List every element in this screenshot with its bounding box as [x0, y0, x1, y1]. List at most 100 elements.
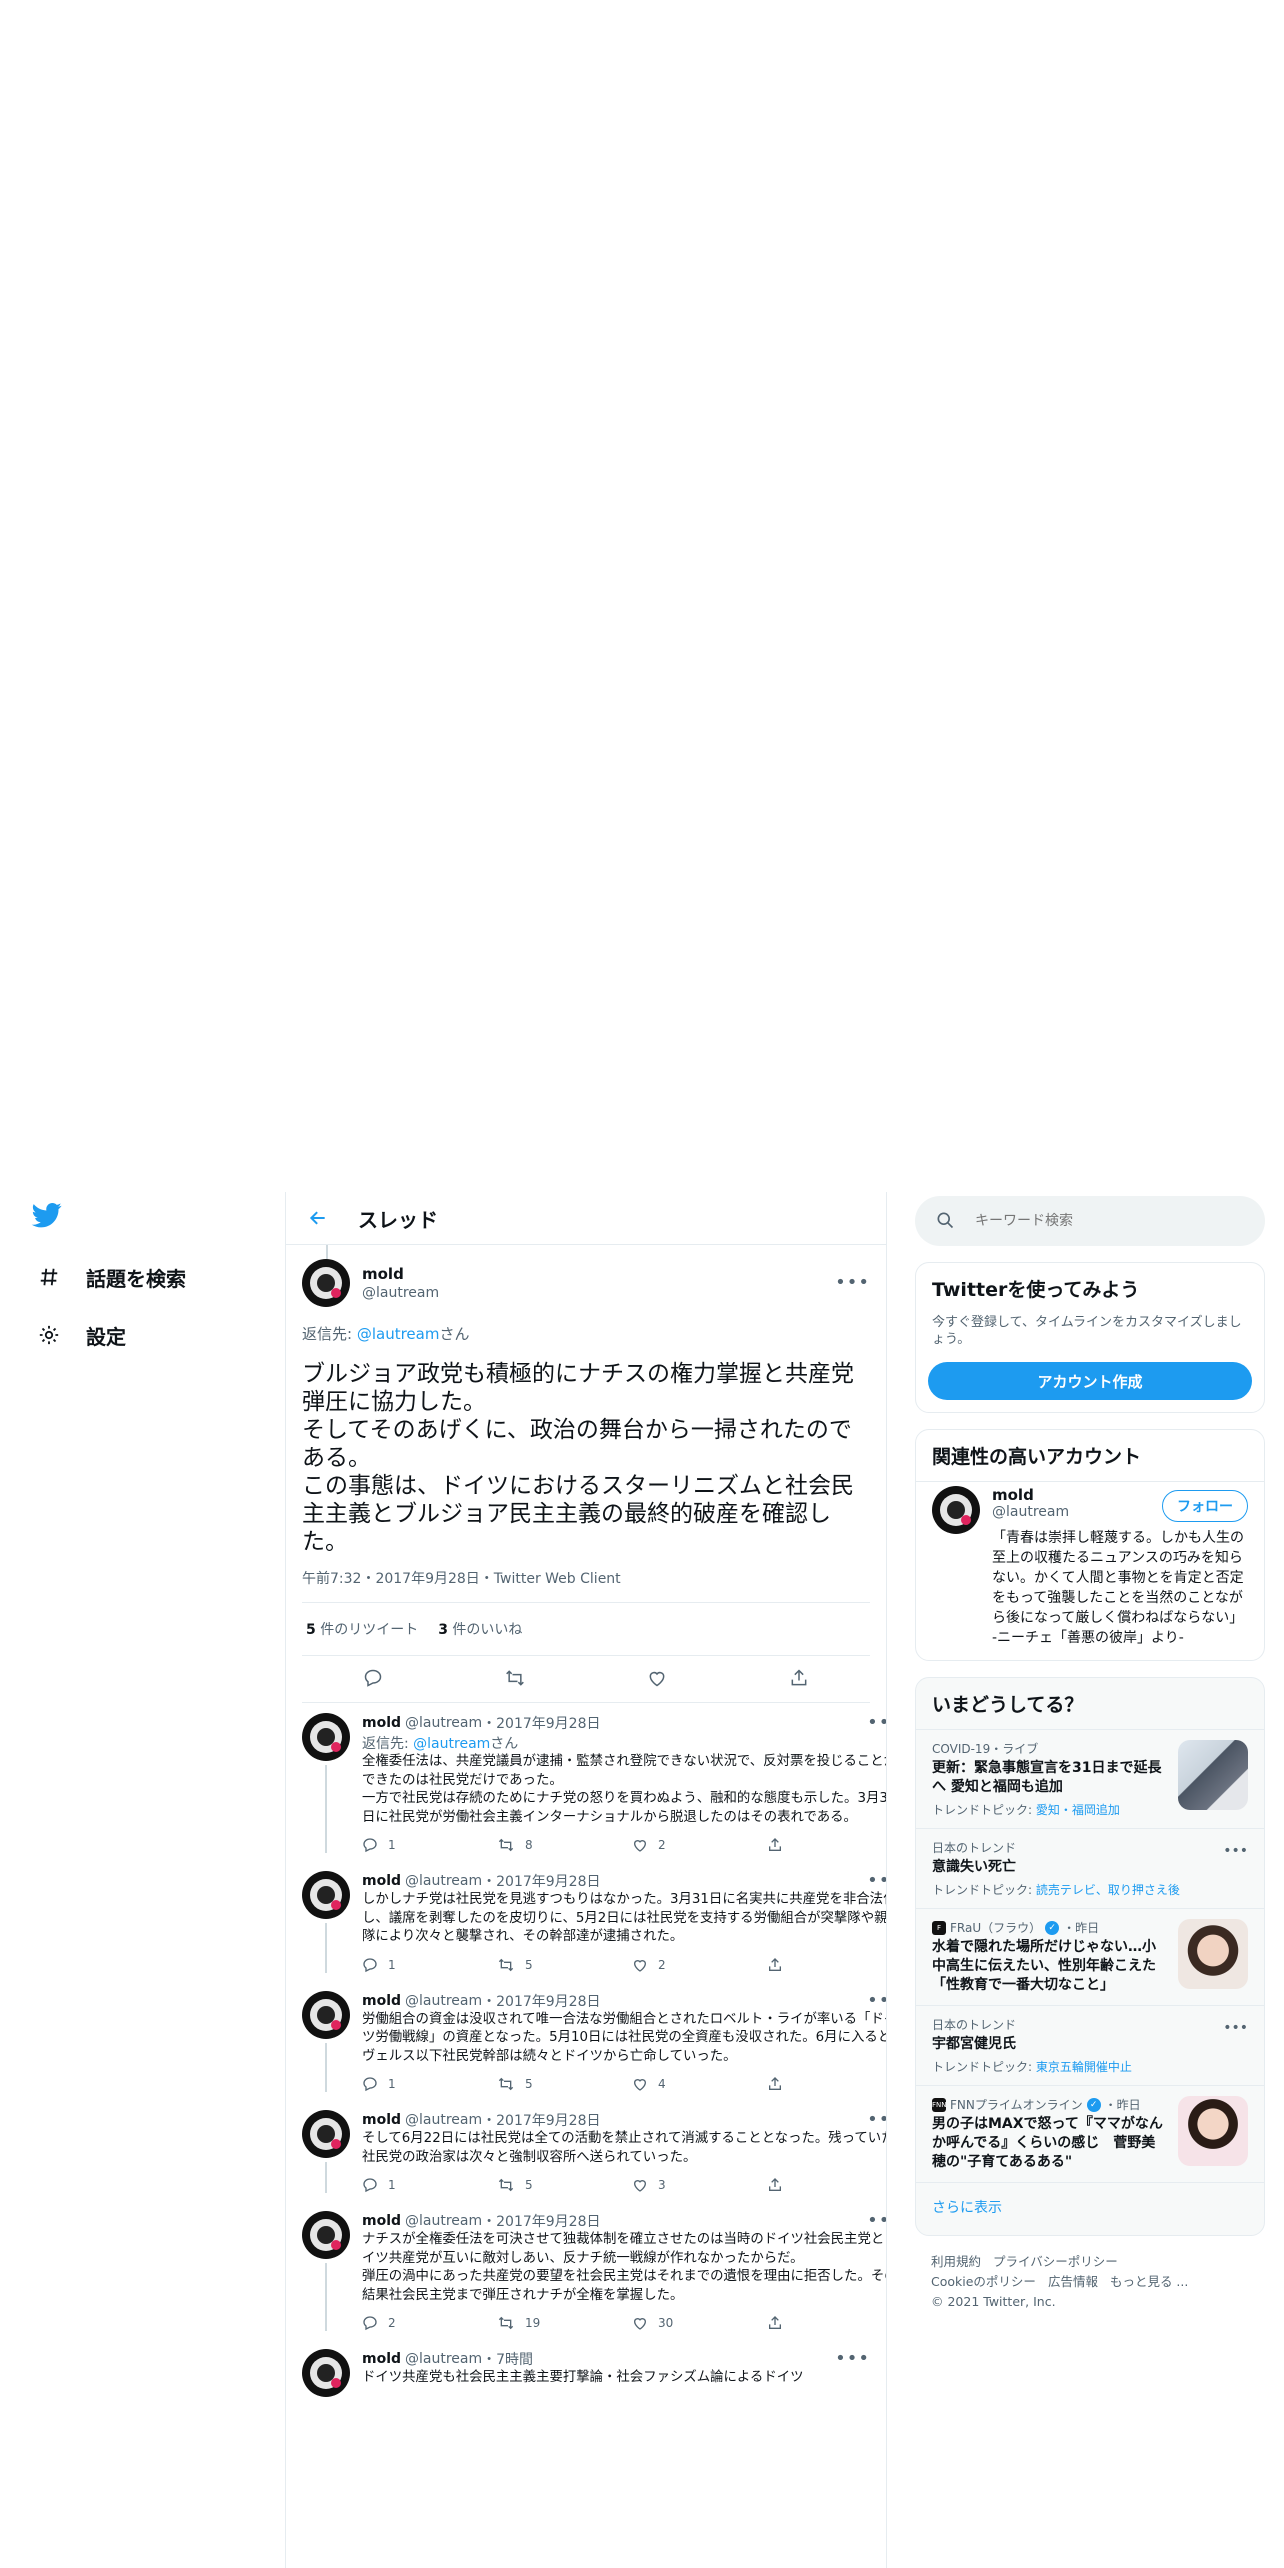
- tweet-date[interactable]: ・2017年9月28日: [482, 2110, 600, 2130]
- retweet-button[interactable]: 8: [497, 1837, 632, 1853]
- retweet-button[interactable]: 5: [497, 2177, 632, 2193]
- avatar[interactable]: [302, 2110, 350, 2158]
- tweet-actions: 1 5 4: [362, 2076, 886, 2092]
- author-handle[interactable]: @lautream: [405, 1715, 482, 1731]
- share-button[interactable]: [767, 1957, 886, 1973]
- tweet-date[interactable]: ・2017年9月28日: [482, 1871, 600, 1891]
- more-options-icon[interactable]: •••: [867, 1991, 886, 2009]
- more-options-icon[interactable]: •••: [867, 1714, 886, 1732]
- share-button[interactable]: [767, 2177, 886, 2193]
- tweet-date[interactable]: ・2017年9月28日: [482, 1713, 600, 1733]
- avatar[interactable]: [932, 1486, 980, 1534]
- share-button[interactable]: [767, 2076, 886, 2092]
- reply-to-handle[interactable]: @lautream: [413, 1736, 490, 1752]
- reply-tweet[interactable]: mold@lautream・2017年9月28日 ••• ナチスが全権委任法を可決さ…: [286, 2201, 886, 2339]
- reply-tweet[interactable]: mold @lautream ・7時間 ••• ドイツ共産党も社会民主主義主要打撃論・社…: [286, 2339, 886, 2405]
- like-icon[interactable]: [645, 1666, 669, 1690]
- author-name[interactable]: mold: [362, 1715, 401, 1731]
- like-button[interactable]: 3: [632, 2177, 767, 2193]
- avatar[interactable]: [302, 1990, 350, 2039]
- nav-explore[interactable]: 話題を検索: [28, 1248, 258, 1306]
- author-name[interactable]: mold: [362, 2351, 401, 2367]
- author-handle[interactable]: @lautream: [405, 2112, 482, 2128]
- related-handle[interactable]: @lautream: [992, 1504, 1162, 1520]
- trend-item[interactable]: 日本のトレンド 意識失い死亡 トレンドトピック: 読売テレビ、取り押さえ後 ••…: [916, 1828, 1264, 1908]
- footer-link[interactable]: もっと見る ...: [1110, 2274, 1188, 2289]
- more-options-icon[interactable]: •••: [835, 2350, 870, 2368]
- more-options-icon[interactable]: •••: [1223, 1843, 1248, 1859]
- share-button[interactable]: [767, 2315, 886, 2331]
- trend-topic-link[interactable]: 東京五輪開催中止: [1036, 2060, 1132, 2074]
- trend-item[interactable]: COVID-19・ライブ 更新：緊急事態宣言を31日まで延長へ 愛知と福岡も追加…: [916, 1729, 1264, 1828]
- follow-button[interactable]: フォロー: [1162, 1490, 1248, 1522]
- author-name[interactable]: mold: [362, 1873, 401, 1889]
- avatar[interactable]: [302, 2211, 350, 2259]
- author-handle[interactable]: @lautream: [405, 2351, 482, 2367]
- share-icon[interactable]: [787, 1666, 811, 1690]
- tweet-meta[interactable]: 午前7:32・2017年9月28日・Twitter Web Client: [302, 1568, 870, 1603]
- like-button[interactable]: 2: [632, 1837, 767, 1853]
- back-arrow-icon[interactable]: [298, 1198, 338, 1238]
- reply-tweet[interactable]: mold@lautream・2017年9月28日•••返信先: @lautrea…: [286, 1703, 886, 1861]
- retweet-button[interactable]: 5: [497, 2076, 632, 2092]
- search-bar[interactable]: [915, 1196, 1265, 1246]
- reply-icon[interactable]: [361, 1666, 385, 1690]
- nav-settings[interactable]: 設定: [28, 1306, 258, 1364]
- author-name[interactable]: mold: [362, 1993, 401, 2009]
- more-options-icon[interactable]: •••: [867, 1872, 886, 1890]
- trend-title: 意識失い死亡: [932, 1859, 1016, 1875]
- avatar[interactable]: [302, 1871, 350, 1919]
- author-handle[interactable]: @lautream: [405, 1873, 482, 1889]
- reply-button[interactable]: 1: [362, 2076, 497, 2092]
- reply-tweet[interactable]: mold@lautream・2017年9月28日 ••• 労働組合の資金は没収されて…: [286, 1981, 886, 2101]
- author-name[interactable]: mold: [362, 1265, 835, 1283]
- avatar[interactable]: [302, 2349, 350, 2397]
- related-account[interactable]: mold @lautream フォロー 「青春は崇拝し軽蔑する。しかも人生の至上…: [916, 1481, 1264, 1660]
- trend-item[interactable]: F FRaU（フラウ） ✓ ・昨日 水着で隠れた場所だけじゃない…小中高生に伝えたい、…: [916, 1908, 1264, 2005]
- retweet-icon[interactable]: [503, 1666, 527, 1690]
- footer-link[interactable]: Cookieのポリシー: [931, 2274, 1036, 2289]
- trend-topic-link[interactable]: 愛知・福岡追加: [1036, 1803, 1120, 1817]
- author-name[interactable]: mold: [362, 2112, 401, 2128]
- trend-item[interactable]: 日本のトレンド 宇都宮健児氏 トレンドトピック: 東京五輪開催中止 •••: [916, 2005, 1264, 2085]
- avatar[interactable]: [302, 1713, 350, 1761]
- avatar[interactable]: [302, 1259, 350, 1307]
- like-button[interactable]: 30: [632, 2315, 767, 2331]
- author-handle[interactable]: @lautream: [405, 1993, 482, 2009]
- like-stat[interactable]: 3 件のいいね: [438, 1619, 522, 1639]
- trend-item[interactable]: FNN FNNプライムオンライン ✓ ・昨日 男の子はMAXで怒って『ママがなんか呼ん…: [916, 2085, 1264, 2182]
- like-button[interactable]: 2: [632, 1957, 767, 1973]
- tweet-date[interactable]: ・2017年9月28日: [482, 1991, 600, 2011]
- footer-link[interactable]: 利用規約: [931, 2254, 981, 2269]
- retweet-button[interactable]: 19: [497, 2315, 632, 2331]
- retweet-count: 5: [525, 1957, 533, 1972]
- reply-button[interactable]: 1: [362, 2177, 497, 2193]
- related-name[interactable]: mold: [992, 1486, 1162, 1504]
- retweet-button[interactable]: 5: [497, 1957, 632, 1973]
- twitter-logo-icon[interactable]: [30, 1200, 66, 1236]
- footer-link[interactable]: プライバシーポリシー: [993, 2254, 1118, 2269]
- author-name[interactable]: mold: [362, 2213, 401, 2229]
- share-button[interactable]: [767, 1837, 886, 1853]
- retweet-stat[interactable]: 5 件のリツイート: [306, 1619, 418, 1639]
- like-button[interactable]: 4: [632, 2076, 767, 2092]
- reply-button[interactable]: 1: [362, 1957, 497, 1973]
- more-options-icon[interactable]: •••: [867, 2111, 886, 2129]
- more-options-icon[interactable]: •••: [867, 2212, 886, 2230]
- reply-button[interactable]: 1: [362, 1837, 497, 1853]
- author-handle[interactable]: @lautream: [362, 1285, 835, 1301]
- footer-link[interactable]: 広告情報: [1048, 2274, 1098, 2289]
- create-account-button[interactable]: アカウント作成: [928, 1362, 1252, 1400]
- more-options-icon[interactable]: •••: [835, 1274, 870, 1292]
- tweet-date[interactable]: ・2017年9月28日: [482, 2211, 600, 2231]
- reply-tweet[interactable]: mold@lautream・2017年9月28日 ••• しかしナチ党は社民党を見逃…: [286, 1861, 886, 1981]
- author-handle[interactable]: @lautream: [405, 2213, 482, 2229]
- more-options-icon[interactable]: •••: [1223, 2020, 1248, 2036]
- search-input[interactable]: [973, 1212, 1227, 1230]
- trend-topic-link[interactable]: 読売テレビ、取り押さえ後: [1036, 1883, 1180, 1897]
- reply-button[interactable]: 2: [362, 2315, 497, 2331]
- reply-tweet[interactable]: mold@lautream・2017年9月28日 ••• そして6月22日には社民党…: [286, 2100, 886, 2201]
- show-more-link[interactable]: さらに表示: [916, 2182, 1264, 2235]
- reply-to-handle[interactable]: @lautream: [357, 1325, 440, 1343]
- tweet-date[interactable]: ・7時間: [482, 2349, 533, 2369]
